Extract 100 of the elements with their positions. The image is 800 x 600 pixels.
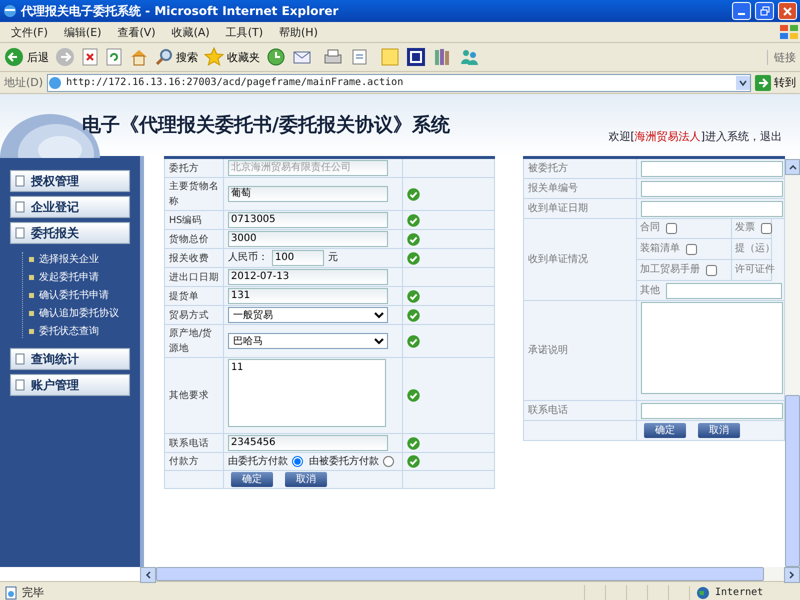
form-button[interactable]: 取消	[698, 423, 740, 438]
checkbox[interactable]	[666, 222, 677, 234]
field-label: 主要货物名称	[164, 178, 224, 210]
field-label: 收到单证情况	[524, 218, 636, 300]
sidebar-section[interactable]: 查询统计	[10, 348, 130, 370]
star-icon	[204, 47, 224, 67]
field-label: 报关单编号	[524, 178, 636, 198]
checkbox-label: 装箱清单	[640, 242, 680, 256]
go-button[interactable]: 转到	[755, 74, 796, 90]
sidebar-section[interactable]: 委托报关	[10, 222, 130, 244]
field-label: HS编码	[164, 210, 224, 230]
system-title: 电子《代理报关委托书/委托报关协议》系统	[82, 113, 450, 138]
radio-button[interactable]	[383, 456, 394, 467]
search-button[interactable]: 搜索	[155, 48, 198, 66]
sidebar-section[interactable]: 账户管理	[10, 374, 130, 396]
menu-item[interactable]: 收藏(A)	[164, 24, 217, 40]
field-label: 货物总价	[164, 230, 224, 248]
form-button[interactable]: 取消	[285, 472, 327, 487]
text-field[interactable]: 3000	[228, 231, 388, 247]
close-icon	[783, 6, 792, 16]
valid-check-icon	[407, 334, 420, 348]
menu-item[interactable]: 查看(V)	[110, 24, 163, 40]
field-label: 其他	[640, 284, 660, 298]
address-field[interactable]: http://172.16.13.16:27003/acd/pageframe/mainFrame.action	[47, 74, 751, 92]
checkbox[interactable]	[686, 244, 697, 254]
sidebar-item[interactable]: 发起委托申请	[29, 270, 140, 284]
refresh-icon[interactable]	[105, 48, 123, 66]
windows-logo-icon	[778, 23, 800, 41]
sidebar-section[interactable]: 企业登记	[10, 196, 130, 218]
menu-item[interactable]: 文件(F)	[4, 24, 55, 40]
people-icon[interactable]	[458, 47, 480, 67]
menu-item[interactable]: 工具(T)	[218, 24, 270, 40]
history-icon[interactable]	[266, 47, 286, 67]
scroll-right-icon[interactable]	[789, 571, 795, 579]
text-field[interactable]: 131	[228, 288, 388, 304]
window-title: 代理报关电子委托系统 - Microsoft Internet Explorer	[21, 2, 340, 20]
stop-icon[interactable]	[81, 48, 99, 66]
sidebar-section[interactable]: 授权管理	[10, 170, 130, 192]
dropdown[interactable]: 一般贸易	[228, 307, 388, 323]
radio-label: 由被委托方付款	[309, 454, 379, 468]
field-label: 联系电话	[524, 400, 636, 420]
radio-button[interactable]	[292, 456, 303, 467]
text-field[interactable]: 0713005	[228, 212, 388, 228]
form-button[interactable]: 确定	[231, 472, 273, 487]
minimize-button[interactable]	[732, 2, 751, 20]
sidebar-item[interactable]: 确认追加委托协议	[29, 306, 140, 320]
globe-icon	[696, 586, 710, 600]
scroll-left-icon[interactable]	[145, 571, 151, 579]
books-icon[interactable]	[432, 47, 452, 67]
restore-button[interactable]	[755, 2, 774, 20]
logout-link[interactable]: 退出	[760, 129, 782, 144]
field-label: 被委托方	[524, 158, 636, 178]
welcome-text: 欢迎[	[608, 129, 635, 144]
zone-text: Internet	[715, 587, 764, 598]
radio-label: 由委托方付款	[228, 454, 288, 468]
field-label: 进出口日期	[164, 268, 224, 286]
address-label: 地址(D)	[4, 75, 44, 90]
back-button[interactable]: 后退	[4, 47, 49, 67]
checkbox-label: 合同	[640, 221, 660, 235]
status-text: 完毕	[22, 585, 45, 600]
field-label: 委托方	[164, 158, 224, 178]
sidebar-item[interactable]: 选择报关企业	[29, 252, 140, 266]
square-logo-icon[interactable]	[406, 47, 426, 67]
text-field[interactable]	[666, 283, 782, 299]
menu-item[interactable]: 帮助(H)	[272, 24, 325, 40]
text-field[interactable]: 葡萄	[228, 186, 388, 202]
checkbox-label: 发票	[735, 221, 755, 235]
text-field[interactable]	[641, 180, 783, 196]
text-field[interactable]	[641, 200, 783, 216]
checkbox[interactable]	[761, 222, 772, 234]
field-label: 收到单证日期	[524, 198, 636, 218]
form-button[interactable]: 确定	[644, 423, 686, 438]
dropdown[interactable]: 巴哈马	[228, 333, 388, 349]
checkbox-label: 加工贸易手册	[640, 263, 700, 277]
valid-check-icon	[407, 290, 420, 302]
browser-icon	[3, 4, 17, 18]
favorites-button[interactable]: 收藏夹	[204, 47, 260, 67]
links-label[interactable]: 链接	[767, 50, 796, 64]
field-label: 报关收费	[164, 248, 224, 268]
close-button[interactable]	[778, 2, 797, 20]
text-field[interactable]	[641, 402, 783, 418]
checkbox[interactable]	[706, 264, 717, 276]
menu-item[interactable]: 编辑(E)	[56, 24, 108, 40]
valid-check-icon	[407, 188, 420, 200]
text-field[interactable]: 2012-07-13	[228, 269, 388, 285]
horizontal-scrollbar[interactable]	[140, 567, 800, 581]
valid-check-icon	[407, 436, 420, 450]
sidebar-item[interactable]: 委托状态查询	[29, 324, 140, 338]
field-label: 贸易方式	[164, 306, 224, 324]
fee-field[interactable]: 100	[272, 250, 324, 266]
home-icon[interactable]	[129, 47, 149, 67]
text-field[interactable]	[641, 160, 783, 176]
field-label: 付款方	[164, 452, 224, 470]
valid-check-icon	[407, 252, 420, 264]
scroll-up-icon[interactable]	[788, 164, 796, 170]
text-field[interactable]: 2345456	[228, 435, 388, 451]
sidebar-item[interactable]: 确认委托书申请	[29, 288, 140, 302]
vertical-scrollbar[interactable]	[785, 159, 800, 567]
minimize-icon	[738, 13, 745, 15]
text-area[interactable]: 11	[228, 359, 386, 427]
